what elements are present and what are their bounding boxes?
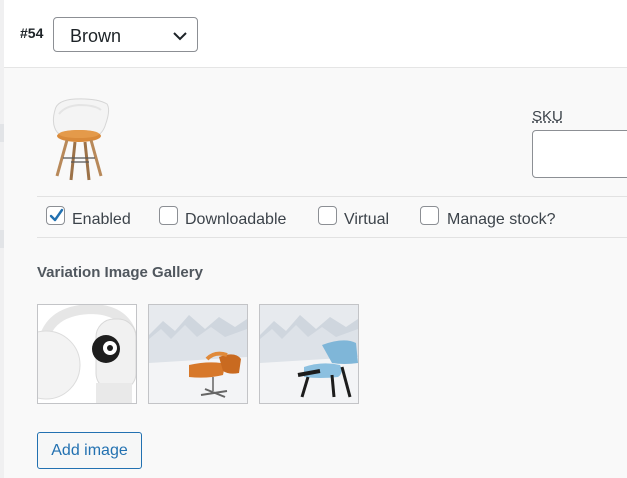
- variation-number: #54: [20, 25, 44, 41]
- downloadable-checkbox[interactable]: [159, 206, 178, 225]
- virtual-checkbox[interactable]: [318, 206, 337, 225]
- manage-stock-label[interactable]: Manage stock?: [447, 211, 556, 229]
- virtual-label[interactable]: Virtual: [344, 211, 389, 229]
- chevron-down-icon: [172, 28, 188, 49]
- enabled-checkbox[interactable]: [46, 206, 65, 225]
- divider: [37, 196, 627, 197]
- gallery-image-headphones[interactable]: [37, 304, 137, 404]
- variation-thumbnail[interactable]: [45, 96, 117, 184]
- sku-input[interactable]: [532, 130, 627, 178]
- attribute-select[interactable]: Brown: [53, 17, 198, 52]
- add-image-button[interactable]: Add image: [37, 432, 142, 469]
- downloadable-label[interactable]: Downloadable: [185, 211, 286, 229]
- gallery-title: Variation Image Gallery: [37, 264, 203, 281]
- checkmark-icon: [49, 208, 64, 222]
- gallery-image-blue-chair[interactable]: [259, 304, 359, 404]
- gallery-image-orange-chair[interactable]: [148, 304, 248, 404]
- divider: [37, 237, 627, 238]
- sku-label: SKU: [532, 108, 563, 125]
- manage-stock-checkbox[interactable]: [420, 206, 439, 225]
- enabled-label[interactable]: Enabled: [72, 211, 131, 229]
- attribute-select-value: Brown: [70, 26, 122, 46]
